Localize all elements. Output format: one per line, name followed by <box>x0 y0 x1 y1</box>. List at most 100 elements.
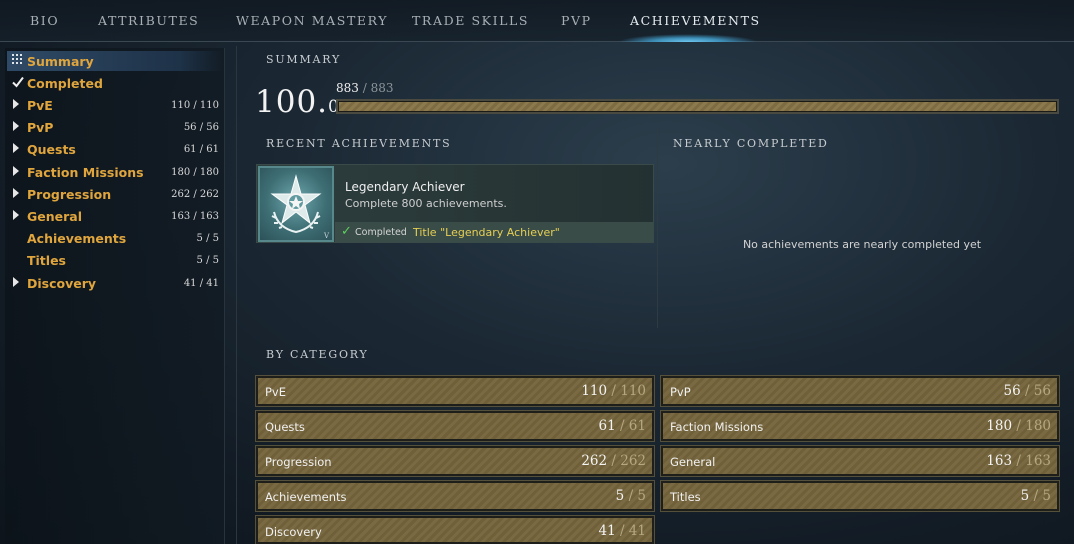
sidebar-item-label: Summary <box>27 53 94 69</box>
category-tile-titles[interactable]: Titles 5 / 5 <box>660 480 1060 512</box>
tab-bio[interactable]: BIO <box>30 13 59 28</box>
category-total: / 163 <box>1016 453 1051 469</box>
category-total: / 110 <box>611 383 646 399</box>
sidebar-item-count: 163 / 163 <box>171 210 219 222</box>
category-tile-pvp[interactable]: PvP 56 / 56 <box>660 375 1060 407</box>
achievement-description: Complete 800 achievements. <box>345 197 507 210</box>
category-tile-pve[interactable]: PvE 110 / 110 <box>255 375 655 407</box>
expand-arrow-icon <box>12 142 24 156</box>
sidebar-item-faction-missions[interactable]: Faction Missions 180 / 180 <box>7 162 223 182</box>
sidebar-item-count: 110 / 110 <box>171 99 219 111</box>
category-count: 5 / 5 <box>616 488 646 504</box>
achievement-status: Completed <box>355 227 407 238</box>
category-tile-general[interactable]: General 163 / 163 <box>660 445 1060 477</box>
expand-arrow-icon <box>12 187 24 201</box>
category-tile-quests[interactable]: Quests 61 / 61 <box>255 410 655 442</box>
category-done: 110 <box>581 383 608 399</box>
sidebar: Summary Completed PvE 110 / 110 PvP 56 /… <box>5 48 225 544</box>
category-total: / 41 <box>619 523 646 539</box>
nearly-completed-title: NEARLY COMPLETED <box>673 137 829 150</box>
sidebar-item-label: General <box>27 208 82 224</box>
sidebar-item-label: Quests <box>27 141 76 157</box>
active-tab-indicator <box>618 34 758 42</box>
sidebar-item-label: Titles <box>27 252 66 268</box>
sidebar-item-count: 262 / 262 <box>171 188 219 200</box>
category-label: General <box>670 455 716 469</box>
tab-attributes[interactable]: ATTRIBUTES <box>98 13 199 28</box>
expand-arrow-icon <box>12 209 24 223</box>
percent-main: 100. <box>255 84 329 120</box>
achievement-reward: Title "Legendary Achiever" <box>413 226 560 239</box>
category-label: PvE <box>265 385 287 399</box>
category-count: 180 / 180 <box>986 418 1051 434</box>
sidebar-item-summary[interactable]: Summary <box>7 51 223 71</box>
category-label: Achievements <box>265 490 347 504</box>
completion-count: 883 / 883 <box>336 81 394 95</box>
sidebar-item-count: 5 / 5 <box>196 254 219 266</box>
category-total: / 5 <box>1033 488 1051 504</box>
expand-arrow-icon <box>12 120 24 134</box>
category-label: PvP <box>670 385 691 399</box>
total-count: / 883 <box>362 81 394 95</box>
category-count: 61 / 61 <box>598 418 646 434</box>
completion-progress-bar <box>336 99 1059 114</box>
progress-fill <box>339 102 1056 111</box>
sidebar-item-count: 180 / 180 <box>171 166 219 178</box>
sidebar-item-label: PvE <box>27 97 53 113</box>
category-tile-faction-missions[interactable]: Faction Missions 180 / 180 <box>660 410 1060 442</box>
category-tile-achievements[interactable]: Achievements 5 / 5 <box>255 480 655 512</box>
tab-pvp[interactable]: PVP <box>561 13 592 28</box>
category-done: 163 <box>986 453 1013 469</box>
sidebar-item-quests[interactable]: Quests 61 / 61 <box>7 139 223 159</box>
sidebar-item-discovery[interactable]: Discovery 41 / 41 <box>7 273 223 293</box>
category-done: 180 <box>986 418 1013 434</box>
category-count: 56 / 56 <box>1003 383 1051 399</box>
sidebar-item-titles[interactable]: Titles 5 / 5 <box>7 250 223 270</box>
by-category-title: BY CATEGORY <box>266 348 369 361</box>
category-total: / 262 <box>611 453 646 469</box>
category-count: 5 / 5 <box>1021 488 1051 504</box>
sidebar-item-pvp[interactable]: PvP 56 / 56 <box>7 117 223 137</box>
sidebar-item-general[interactable]: General 163 / 163 <box>7 206 223 226</box>
category-label: Progression <box>265 455 332 469</box>
category-count: 41 / 41 <box>598 523 646 539</box>
sidebar-item-count: 41 / 41 <box>183 277 219 289</box>
tab-achievements[interactable]: ACHIEVEMENTS <box>630 13 761 28</box>
category-tile-discovery[interactable]: Discovery 41 / 41 <box>255 515 655 544</box>
achievement-name: Legendary Achiever <box>345 180 465 194</box>
category-label: Quests <box>265 420 305 434</box>
category-label: Faction Missions <box>670 420 764 434</box>
grid-icon <box>12 54 24 68</box>
category-label: Titles <box>670 490 701 504</box>
sidebar-item-completed[interactable]: Completed <box>7 73 223 93</box>
category-done: 56 <box>1003 383 1021 399</box>
expand-arrow-icon <box>12 276 24 290</box>
sidebar-item-label: PvP <box>27 119 54 135</box>
sidebar-item-count: 56 / 56 <box>183 121 219 133</box>
category-done: 262 <box>581 453 608 469</box>
category-count: 163 / 163 <box>986 453 1051 469</box>
completed-check-icon: ✓ <box>341 224 352 239</box>
category-done: 61 <box>598 418 616 434</box>
recent-achievements-title: RECENT ACHIEVEMENTS <box>266 137 452 150</box>
sidebar-item-achievements[interactable]: Achievements 5 / 5 <box>7 228 223 248</box>
sidebar-item-pve[interactable]: PvE 110 / 110 <box>7 95 223 115</box>
category-tile-progression[interactable]: Progression 262 / 262 <box>255 445 655 477</box>
expand-arrow-icon <box>12 165 24 179</box>
category-done: 5 <box>615 488 625 504</box>
tab-weapon-mastery[interactable]: WEAPON MASTERY <box>236 13 388 28</box>
tab-trade-skills[interactable]: TRADE SKILLS <box>412 13 529 28</box>
achievement-card[interactable]: V Legendary Achiever Complete 800 achiev… <box>256 164 654 243</box>
category-total: / 56 <box>1024 383 1051 399</box>
sidebar-item-progression[interactable]: Progression 262 / 262 <box>7 184 223 204</box>
category-total: / 5 <box>628 488 646 504</box>
category-count: 262 / 262 <box>581 453 646 469</box>
sidebar-item-label: Achievements <box>27 230 127 246</box>
tier-label: V <box>323 232 330 240</box>
category-total: / 61 <box>619 418 646 434</box>
expand-arrow-icon <box>12 98 24 112</box>
achievement-footer: ✓ Completed Title "Legendary Achiever" <box>335 222 653 242</box>
sidebar-item-label: Faction Missions <box>27 164 144 180</box>
column-divider <box>657 128 658 328</box>
nearly-completed-empty-text: No achievements are nearly completed yet <box>742 238 982 251</box>
